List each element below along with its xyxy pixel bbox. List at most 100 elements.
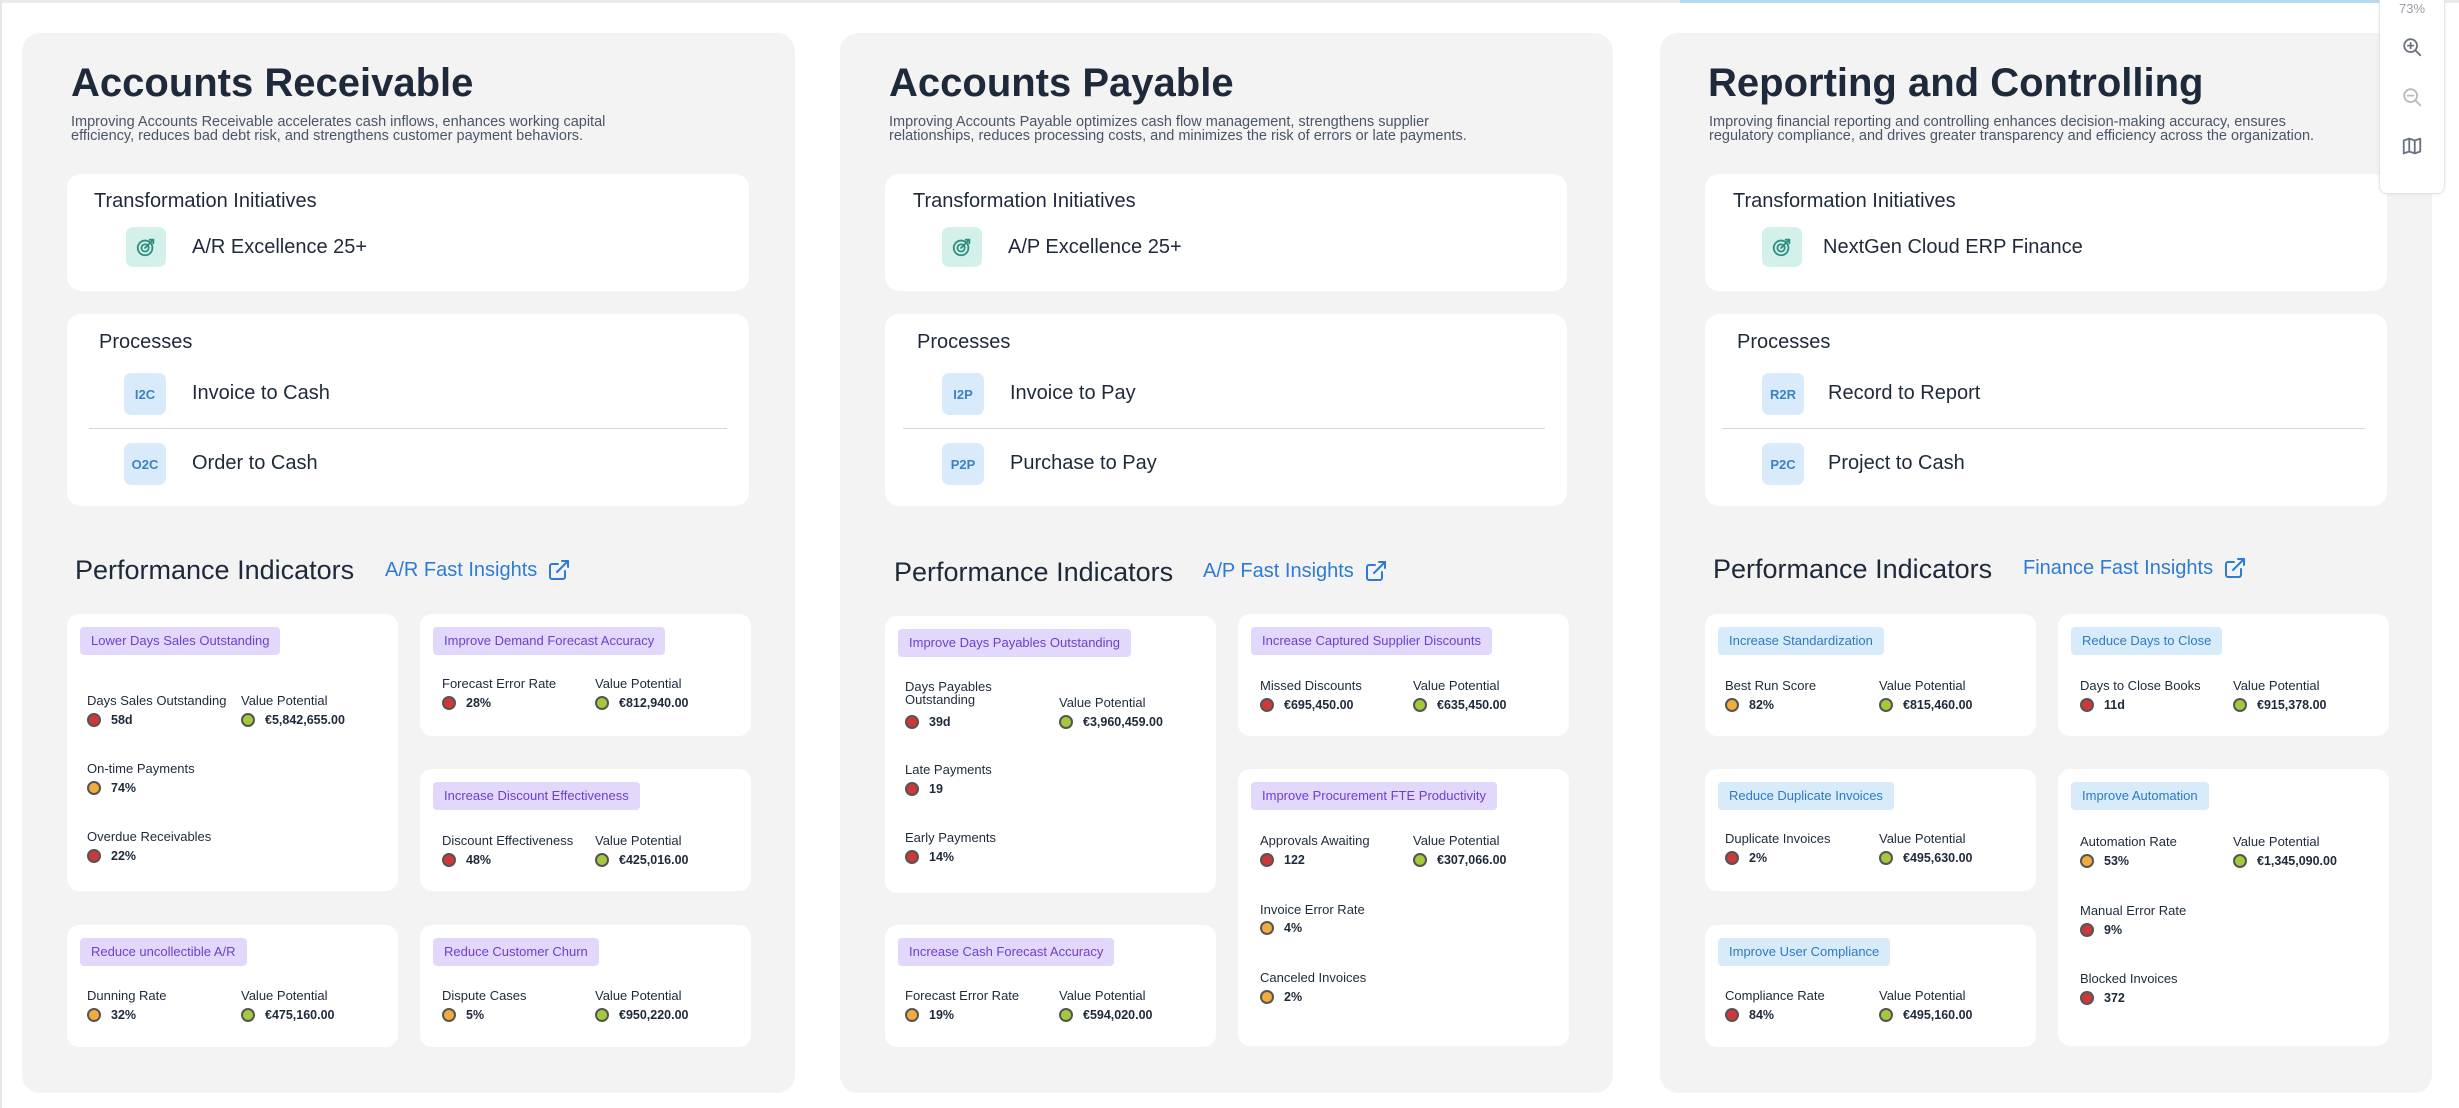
kpi-card[interactable]: Reduce Days to Close Days to Close Books…: [2058, 614, 2389, 736]
value-potential: €475,160.00: [241, 1008, 335, 1022]
metric-label: Days Payables Outstanding: [905, 680, 992, 706]
value-potential: €425,016.00: [595, 853, 689, 867]
processes-card: Processes I2P Invoice to Pay P2P Purchas…: [885, 314, 1567, 506]
value-potential-label: Value Potential: [595, 676, 682, 691]
metric-label: Blocked Invoices: [2080, 971, 2178, 986]
status-indicator-icon: [1725, 851, 1739, 865]
process-code-badge: I2P: [942, 373, 984, 415]
metric-value-text: 28%: [466, 696, 492, 710]
value-potential: €815,460.00: [1879, 698, 1973, 712]
fast-insights-link[interactable]: Finance Fast Insights: [2023, 556, 2247, 580]
metric-value: 48%: [442, 853, 491, 867]
metric-value-text: 122: [1284, 853, 1305, 867]
column-title: Reporting and Controlling: [1708, 61, 2204, 105]
metric-value: 11d: [2080, 698, 2125, 712]
kpi-card[interactable]: Improve Days Payables Outstanding Days P…: [885, 616, 1216, 893]
value-potential-label: Value Potential: [1413, 833, 1500, 848]
process-item-order-to-cash[interactable]: Order to Cash: [192, 452, 318, 475]
kpi-card[interactable]: Improve Demand Forecast Accuracy Forecas…: [420, 614, 751, 736]
process-item-record-to-report[interactable]: Record to Report: [1828, 382, 1980, 405]
kpi-tag: Reduce uncollectible A/R: [80, 938, 247, 966]
metric-value-text: 14%: [929, 850, 955, 864]
status-indicator-icon: [1413, 853, 1427, 867]
metric-value: 2%: [1260, 990, 1302, 1004]
status-indicator-icon: [1725, 1008, 1739, 1022]
kpi-tag: Increase Captured Supplier Discounts: [1251, 627, 1492, 655]
kpi-card[interactable]: Reduce uncollectible A/R Dunning Rate 32…: [67, 925, 398, 1047]
kpi-card[interactable]: Reduce Customer Churn Dispute Cases 5% V…: [420, 925, 751, 1047]
metric-value: 39d: [905, 715, 951, 729]
value-potential: €3,960,459.00: [1059, 715, 1163, 729]
value-potential-label: Value Potential: [1059, 695, 1146, 710]
initiative-link[interactable]: NextGen Cloud ERP Finance: [1823, 236, 2083, 259]
metric-label: Duplicate Invoices: [1725, 831, 1831, 846]
fast-insights-link[interactable]: A/P Fast Insights: [1203, 559, 1388, 583]
metric-label: On-time Payments: [87, 761, 195, 776]
value-potential: €307,066.00: [1413, 853, 1507, 867]
description-line: Improving Accounts Payable optimizes cas…: [889, 114, 1430, 130]
fast-insights-link[interactable]: A/R Fast Insights: [385, 558, 571, 582]
kpi-card[interactable]: Improve User Compliance Compliance Rate …: [1705, 925, 2036, 1047]
status-indicator-icon: [87, 849, 101, 863]
initiatives-title: Transformation Initiatives: [913, 190, 1136, 212]
zoom-in-icon[interactable]: [2400, 35, 2424, 59]
metric-value-text: 48%: [466, 853, 492, 867]
metric-label: Invoice Error Rate: [1260, 902, 1365, 917]
status-indicator-icon: [241, 713, 255, 727]
kpi-card[interactable]: Increase Standardization Best Run Score …: [1705, 614, 2036, 736]
process-item-project-to-cash[interactable]: Project to Cash: [1828, 452, 1965, 475]
kpi-card[interactable]: Increase Discount Effectiveness Discount…: [420, 769, 751, 891]
process-item-invoice-to-cash[interactable]: Invoice to Cash: [192, 382, 330, 405]
metric-value: €695,450.00: [1260, 698, 1354, 712]
metric-value-text: 53%: [2104, 854, 2130, 868]
metric-value: 58d: [87, 713, 133, 727]
metric-label: Overdue Receivables: [87, 829, 212, 844]
status-indicator-icon: [595, 696, 609, 710]
status-indicator-icon: [905, 782, 919, 796]
kpi-tag: Improve Days Payables Outstanding: [898, 629, 1131, 657]
value-potential-text: €307,066.00: [1437, 853, 1507, 867]
target-icon: [942, 227, 982, 267]
metric-value: 84%: [1725, 1008, 1774, 1022]
value-potential-label: Value Potential: [595, 988, 682, 1003]
zoom-out-icon[interactable]: [2400, 85, 2424, 109]
kpi-card[interactable]: Increase Cash Forecast Accuracy Forecast…: [885, 925, 1216, 1047]
kpi-tag: Reduce Duplicate Invoices: [1718, 782, 1894, 810]
value-potential-label: Value Potential: [241, 693, 328, 708]
kpi-card[interactable]: Improve Automation Automation Rate 53% V…: [2058, 769, 2389, 1046]
metric-value: 22%: [87, 849, 136, 863]
status-indicator-icon: [2080, 923, 2094, 937]
processes-title: Processes: [917, 331, 1011, 353]
metric-label: Best Run Score: [1725, 678, 1817, 693]
kpi-tag: Reduce Customer Churn: [433, 938, 599, 966]
process-item-purchase-to-pay[interactable]: Purchase to Pay: [1010, 452, 1157, 475]
metric-value-text: 2%: [1284, 990, 1303, 1004]
value-potential-label: Value Potential: [595, 833, 682, 848]
kpi-card[interactable]: Increase Captured Supplier Discounts Mis…: [1238, 614, 1569, 736]
status-indicator-icon: [595, 853, 609, 867]
metric-value-text: 9%: [2104, 923, 2123, 937]
kpi-tag: Improve Demand Forecast Accuracy: [433, 627, 666, 655]
map-icon[interactable]: [2400, 134, 2424, 158]
description-line: efficiency, reduces bad debt risk, and s…: [71, 128, 584, 144]
value-potential-text: €594,020.00: [1083, 1008, 1153, 1022]
processes-title: Processes: [1737, 331, 1831, 353]
metric-label: Approvals Awaiting: [1260, 833, 1370, 848]
kpi-card[interactable]: Improve Procurement FTE Productivity App…: [1238, 769, 1569, 1046]
process-item-invoice-to-pay[interactable]: Invoice to Pay: [1010, 382, 1136, 405]
initiative-link[interactable]: A/P Excellence 25+: [1008, 236, 1182, 259]
kpi-card[interactable]: Reduce Duplicate Invoices Duplicate Invo…: [1705, 769, 2036, 891]
column-description: Improving financial reporting and contro…: [1709, 115, 2419, 144]
kpi-card[interactable]: Lower Days Sales Outstanding Days Sales …: [67, 614, 398, 891]
metric-value-text: 22%: [111, 849, 137, 863]
zoom-control-panel: 73%: [2379, 0, 2445, 194]
value-potential: €635,450.00: [1413, 698, 1507, 712]
value-potential-label: Value Potential: [1413, 678, 1500, 693]
metric-value: 53%: [2080, 854, 2129, 868]
metric-value-text: €695,450.00: [1284, 698, 1354, 712]
value-potential-text: €815,460.00: [1903, 698, 1973, 712]
fast-insights-label: A/R Fast Insights: [385, 558, 538, 581]
metric-value: 28%: [442, 696, 491, 710]
value-potential: €495,160.00: [1879, 1008, 1973, 1022]
initiative-link[interactable]: A/R Excellence 25+: [192, 236, 367, 259]
